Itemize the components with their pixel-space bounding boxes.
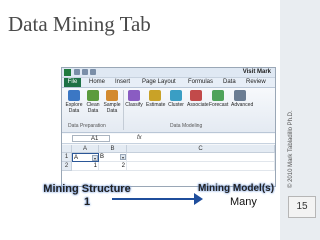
tab-formulas[interactable]: Formulas — [188, 78, 213, 87]
sample-data-icon — [106, 90, 118, 101]
formula-bar: A1 fx — [62, 134, 275, 144]
tab-home[interactable]: Home — [89, 78, 105, 87]
associate-label: Associate — [187, 102, 209, 108]
cell-c1[interactable] — [127, 153, 275, 162]
advanced-label: Advanced — [231, 102, 254, 108]
fx-icon[interactable]: fx — [137, 134, 142, 143]
forecast-icon — [212, 90, 224, 101]
window-title: Visit Mark — [242, 69, 271, 75]
column-header-b[interactable]: B — [99, 145, 127, 153]
forecast-button[interactable]: Forecast — [209, 90, 229, 108]
group-label-data-modeling: Data Modeling — [170, 123, 203, 129]
title-bar: Visit Mark — [62, 68, 275, 78]
associate-button[interactable]: Associate — [187, 90, 209, 108]
associate-icon — [190, 90, 202, 101]
excel-logo-icon — [64, 69, 71, 76]
cluster-icon — [170, 90, 182, 101]
caption-mining-models: Mining Model(s) — [197, 183, 275, 194]
tab-insert[interactable]: Insert — [115, 78, 130, 87]
excel-window: Visit Mark File Home Insert Page Layout … — [61, 67, 276, 187]
spreadsheet-grid: A B C 1 2 A ▾ B ▾ 1 2 — [62, 145, 275, 186]
cell-a2[interactable]: 1 — [72, 162, 99, 171]
filter-dropdown-icon[interactable]: ▾ — [120, 154, 126, 160]
classify-label: Classify — [125, 102, 143, 108]
cluster-button[interactable]: Cluster — [167, 90, 185, 108]
tab-file[interactable]: File — [64, 78, 81, 87]
column-header-c[interactable]: C — [127, 145, 275, 153]
cluster-label: Cluster — [168, 102, 184, 108]
cell-a1-value: A — [74, 155, 79, 161]
filter-dropdown-icon[interactable]: ▾ — [92, 155, 98, 161]
cell-b1-value: B — [100, 154, 105, 160]
group-divider — [123, 90, 124, 130]
caption-mining-models-count: Many — [230, 196, 257, 208]
tab-review[interactable]: Review — [246, 78, 266, 87]
explore-data-button[interactable]: Explore Data — [65, 90, 83, 114]
cell-a1[interactable]: A ▾ — [72, 153, 99, 162]
page-number: 15 — [288, 196, 316, 218]
sample-data-label: Sample Data — [103, 102, 121, 114]
cell-b1[interactable]: B ▾ — [99, 153, 127, 162]
cell-b2[interactable]: 2 — [99, 162, 127, 171]
row-header-1[interactable]: 1 — [62, 153, 72, 162]
copyright-text: © 2010 Mark Tabladillo Ph.D. — [288, 110, 294, 188]
row-header-2[interactable]: 2 — [62, 162, 72, 171]
forecast-label: Forecast — [209, 102, 229, 108]
name-box[interactable]: A1 — [72, 135, 110, 142]
tab-page-layout[interactable]: Page Layout — [142, 78, 176, 87]
tab-data[interactable]: Data — [223, 78, 236, 87]
sample-data-button[interactable]: Sample Data — [103, 90, 121, 114]
save-icon[interactable] — [74, 69, 80, 75]
classify-button[interactable]: Classify — [125, 90, 143, 108]
explore-data-label: Explore Data — [65, 102, 83, 114]
estimate-button[interactable]: Estimate — [146, 90, 166, 108]
explore-data-icon — [68, 90, 80, 101]
clean-data-button[interactable]: Clean Data — [84, 90, 102, 114]
group-label-data-preparation: Data Preparation — [68, 123, 106, 129]
column-header-a[interactable]: A — [72, 145, 99, 153]
undo-icon[interactable] — [82, 69, 88, 75]
clean-data-icon — [87, 90, 99, 101]
redo-icon[interactable] — [90, 69, 96, 75]
clean-data-label: Clean Data — [86, 102, 100, 114]
estimate-label: Estimate — [146, 102, 166, 108]
ribbon-tabs: File Home Insert Page Layout Formulas Da… — [62, 78, 275, 88]
ribbon: Explore Data Clean Data Sample Data Clas… — [62, 88, 275, 133]
estimate-icon — [149, 90, 161, 101]
classify-icon — [128, 90, 140, 101]
advanced-icon — [234, 90, 246, 101]
select-all-corner[interactable] — [62, 145, 72, 153]
advanced-button[interactable]: Advanced — [231, 90, 254, 108]
cell-c2[interactable] — [127, 162, 275, 171]
slide-title: Data Mining Tab — [8, 12, 151, 36]
